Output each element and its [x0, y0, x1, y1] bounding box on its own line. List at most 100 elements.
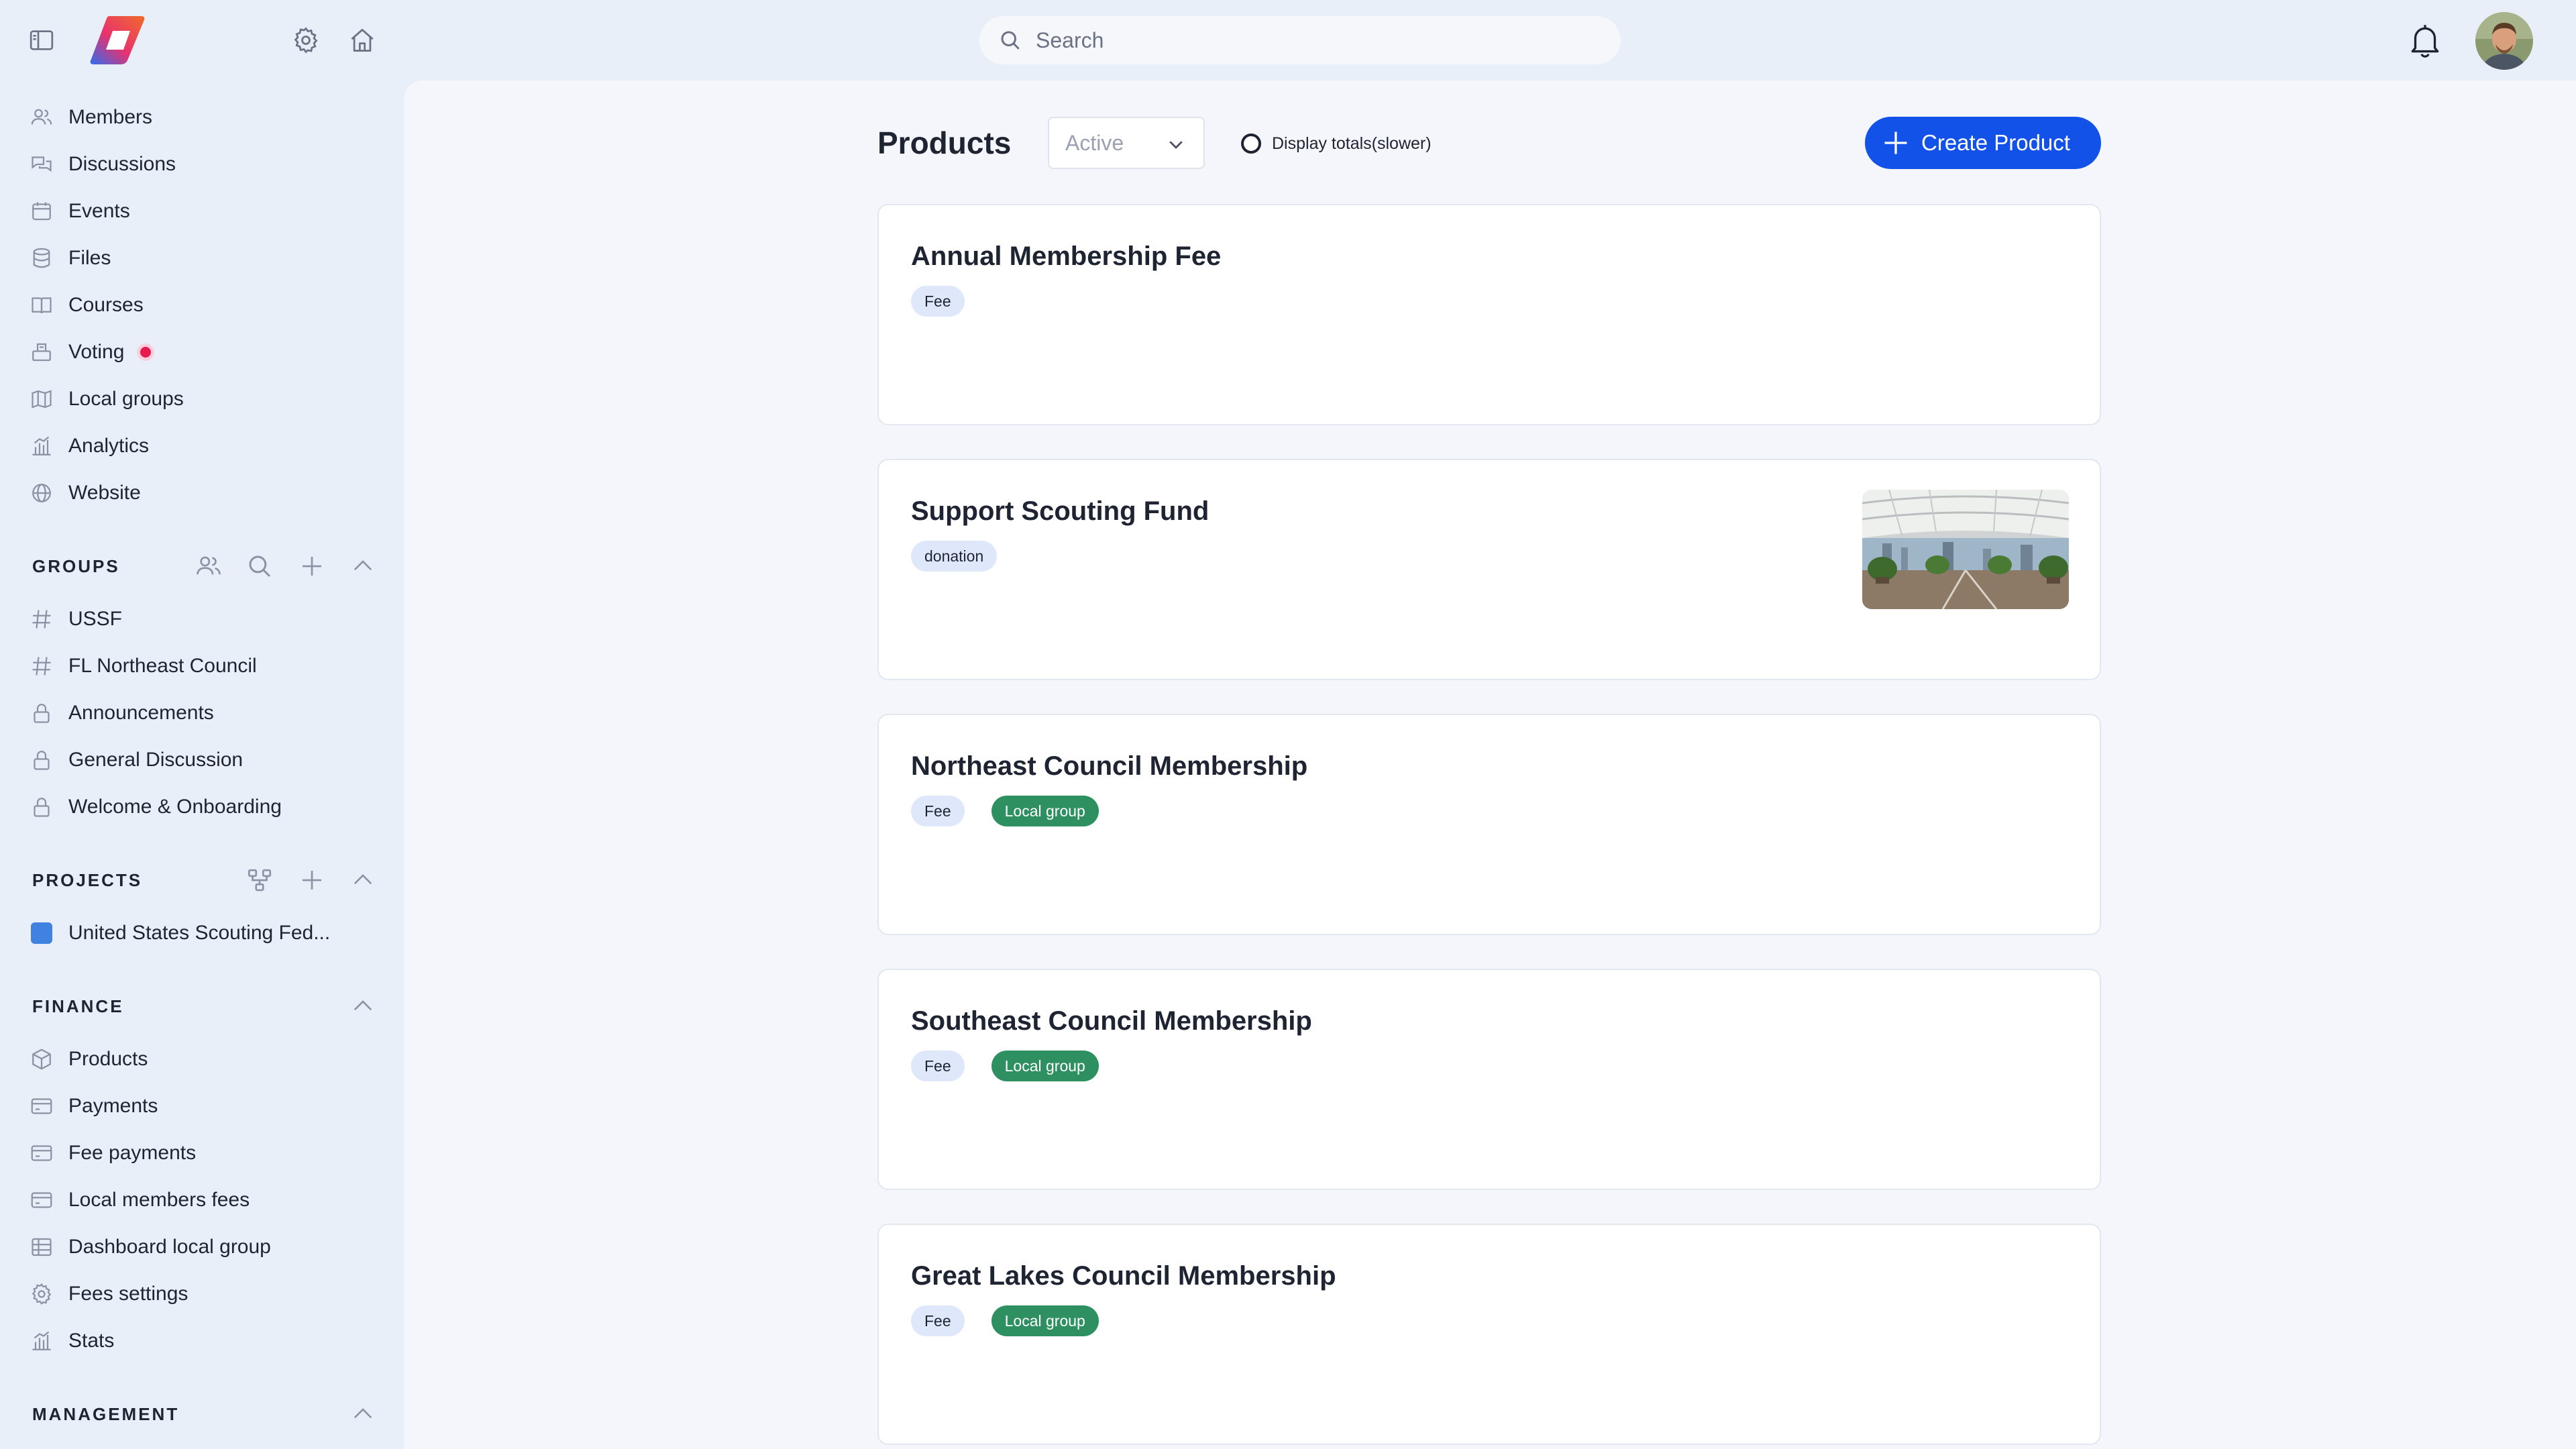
sidebar-item-label: Local groups — [68, 388, 184, 410]
sidebar-toggle-icon[interactable] — [28, 27, 55, 54]
sidebar-item-label: Discussions — [68, 153, 176, 175]
credit-card-icon — [31, 1145, 52, 1161]
chevron-up-icon[interactable] — [349, 1400, 377, 1428]
search-groups-icon[interactable] — [246, 552, 274, 580]
product-card[interactable]: Annual Membership Fee Fee — [877, 204, 2101, 425]
plus-icon — [1884, 131, 1907, 154]
chevron-up-icon[interactable] — [349, 552, 377, 580]
sidebar-item-group-fl-northeast[interactable]: FL Northeast Council — [0, 643, 402, 690]
status-filter-select[interactable]: Active — [1048, 117, 1205, 169]
display-totals-radio[interactable] — [1241, 133, 1261, 154]
sidebar-item-label: Fee payments — [68, 1142, 197, 1164]
notifications-bell-icon[interactable] — [2408, 21, 2442, 59]
sidebar-item-courses[interactable]: Courses — [0, 282, 402, 329]
product-card[interactable]: Support Scouting Fund donation — [877, 459, 2101, 680]
sidebar-item-files[interactable]: Files — [0, 235, 402, 282]
sidebar-item-group-general-discussion[interactable]: General Discussion — [0, 737, 402, 784]
sidebar-item-discussions[interactable]: Discussions — [0, 141, 402, 188]
product-tag: Fee — [911, 286, 965, 317]
search-input[interactable] — [1034, 27, 1571, 54]
sidebar-item-fees-settings[interactable]: Fees settings — [0, 1271, 402, 1318]
globe-icon — [32, 484, 51, 502]
add-project-icon[interactable] — [298, 866, 326, 894]
sidebar-item-label: Events — [68, 200, 130, 222]
sidebar-item-label: Voting — [68, 341, 125, 363]
bar-chart-icon — [32, 436, 51, 455]
database-icon — [33, 248, 50, 268]
lock-icon — [34, 704, 50, 723]
home-icon[interactable] — [347, 25, 377, 55]
product-card[interactable]: Southeast Council Membership Fee Local g… — [877, 969, 2101, 1190]
gear-icon — [32, 1283, 52, 1305]
sidebar-item-products[interactable]: Products — [0, 1036, 402, 1083]
product-card[interactable]: Great Lakes Council Membership Fee Local… — [877, 1224, 2101, 1445]
project-tree-icon[interactable] — [246, 866, 274, 894]
projects-section-header[interactable]: PROJECTS — [32, 860, 381, 900]
project-color-swatch — [31, 922, 52, 944]
display-totals-toggle[interactable]: Display totals(slower) — [1241, 130, 1432, 157]
product-title: Support Scouting Fund — [911, 496, 1210, 526]
sidebar-item-label: Announcements — [68, 702, 214, 724]
sidebar-item-label: Products — [68, 1048, 148, 1070]
product-image — [1862, 490, 2069, 609]
create-product-button[interactable]: Create Product — [1865, 117, 2101, 169]
sidebar-item-label: Members — [68, 106, 153, 128]
add-group-icon[interactable] — [298, 552, 326, 580]
product-title: Great Lakes Council Membership — [911, 1261, 1336, 1291]
chevron-down-icon — [1169, 141, 1183, 149]
sidebar-item-label: Website — [68, 482, 141, 504]
sidebar-item-label: Analytics — [68, 435, 150, 457]
credit-card-icon — [31, 1098, 52, 1114]
sidebar: Members Discussions Events Files Courses… — [0, 80, 402, 1449]
finance-section-header[interactable]: FINANCE — [32, 986, 381, 1026]
product-tag-local-group: Local group — [991, 796, 1099, 826]
app-logo[interactable] — [89, 13, 146, 67]
management-section-header[interactable]: MANAGEMENT — [32, 1394, 381, 1434]
sidebar-item-dashboard-local-group[interactable]: Dashboard local group — [0, 1224, 402, 1271]
credit-card-icon — [31, 1192, 52, 1208]
settings-gear-icon[interactable] — [291, 25, 321, 55]
sidebar-item-group-announcements[interactable]: Announcements — [0, 690, 402, 737]
chevron-up-icon[interactable] — [349, 992, 377, 1020]
user-avatar[interactable] — [2475, 12, 2533, 70]
sidebar-item-payments[interactable]: Payments — [0, 1083, 402, 1130]
sidebar-item-local-groups[interactable]: Local groups — [0, 376, 402, 423]
sidebar-item-events[interactable]: Events — [0, 188, 402, 235]
sidebar-item-voting[interactable]: Voting — [0, 329, 402, 376]
section-title: FINANCE — [32, 996, 124, 1016]
sidebar-item-label: Local members fees — [68, 1189, 250, 1211]
lock-icon — [34, 751, 50, 770]
sidebar-item-local-members-fees[interactable]: Local members fees — [0, 1177, 402, 1224]
section-title: PROJECTS — [32, 869, 143, 890]
product-title: Southeast Council Membership — [911, 1006, 1312, 1036]
sidebar-item-group-welcome-onboarding[interactable]: Welcome & Onboarding — [0, 784, 402, 830]
sidebar-item-label: General Discussion — [68, 749, 244, 771]
book-icon — [32, 297, 52, 314]
sidebar-item-analytics[interactable]: Analytics — [0, 423, 402, 470]
sidebar-item-members[interactable]: Members — [0, 94, 402, 141]
calendar-icon — [32, 202, 51, 221]
product-tag: Fee — [911, 796, 965, 826]
product-card[interactable]: Northeast Council Membership Fee Local g… — [877, 714, 2101, 935]
voting-notification-dot — [140, 347, 151, 358]
chevron-up-icon[interactable] — [349, 866, 377, 894]
search-bar[interactable] — [979, 16, 1621, 64]
sidebar-item-fee-payments[interactable]: Fee payments — [0, 1130, 402, 1177]
sidebar-item-label: Stats — [68, 1330, 115, 1352]
group-members-icon[interactable] — [195, 552, 223, 580]
status-filter-value: Active — [1065, 130, 1124, 155]
hash-icon — [32, 657, 51, 676]
product-tag-local-group: Local group — [991, 1305, 1099, 1336]
product-title: Northeast Council Membership — [911, 751, 1308, 781]
sidebar-item-project[interactable]: United States Scouting Fed... — [0, 910, 402, 957]
sidebar-item-label: FL Northeast Council — [68, 655, 257, 677]
bar-chart-icon — [32, 1331, 51, 1350]
sidebar-item-stats[interactable]: Stats — [0, 1318, 402, 1364]
search-icon — [1001, 31, 1020, 50]
sidebar-item-label: Dashboard local group — [68, 1236, 271, 1258]
lock-icon — [34, 798, 50, 817]
product-tag-local-group: Local group — [991, 1051, 1099, 1081]
sidebar-item-label: United States Scouting Fed... — [68, 922, 331, 944]
sidebar-item-website[interactable]: Website — [0, 470, 402, 517]
sidebar-item-group-ussf[interactable]: USSF — [0, 596, 402, 643]
